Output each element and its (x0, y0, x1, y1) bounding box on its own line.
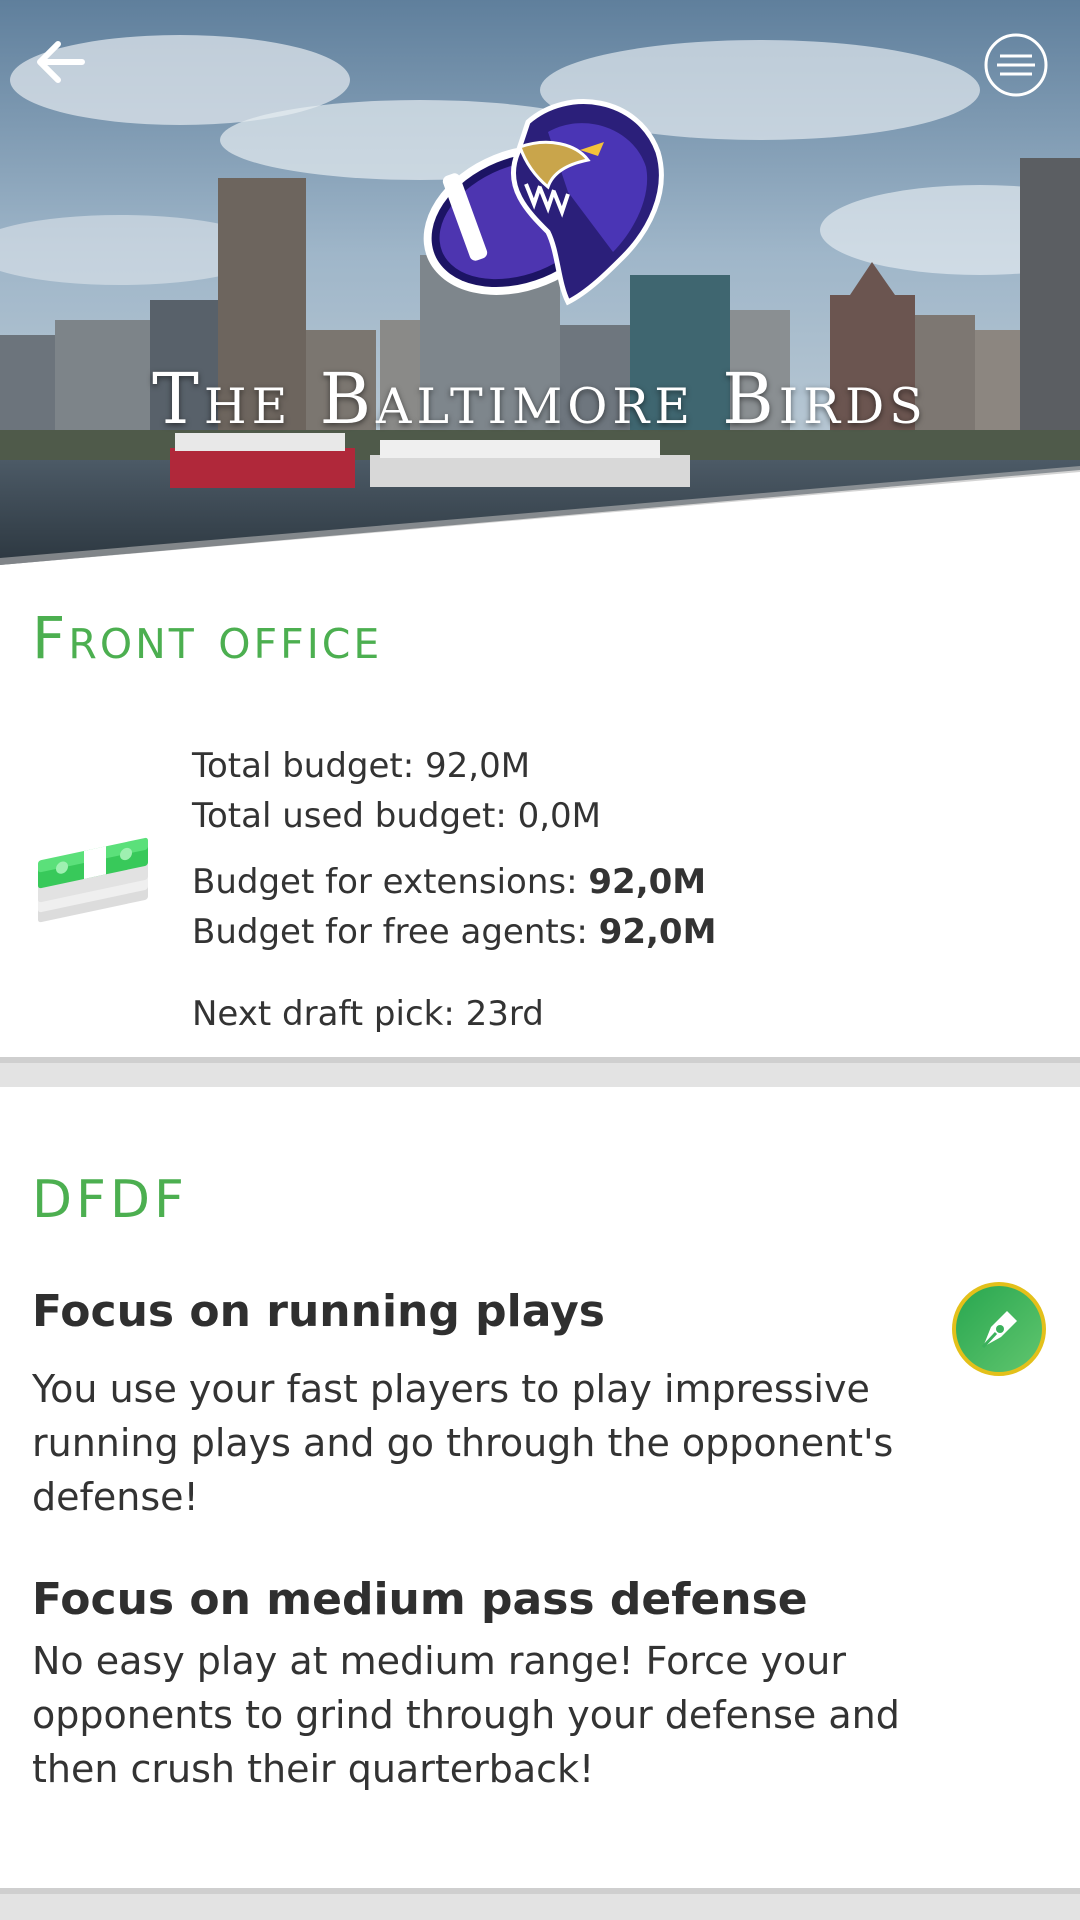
extensions-budget-value: 92,0M (588, 862, 707, 902)
total-used-budget: Total used budget: 0,0M (192, 796, 601, 836)
arrow-left-icon (37, 41, 85, 83)
strategy-item-description: You use your fast players to play impres… (32, 1367, 894, 1519)
next-draft-pick: Next draft pick: 23rd (192, 994, 544, 1034)
money-stack-icon (38, 837, 148, 923)
section-divider (0, 1057, 1080, 1087)
front-office-heading: Front office (32, 604, 383, 672)
team-header: The Baltimore Birds (0, 0, 1080, 565)
free-agents-budget-value: 92,0M (598, 912, 717, 952)
hamburger-menu-icon (984, 33, 1048, 97)
menu-button[interactable] (983, 32, 1049, 98)
back-button[interactable] (30, 30, 94, 94)
strategy-item-description: No easy play at medium range! Force your… (32, 1639, 900, 1791)
total-budget: Total budget: 92,0M (192, 746, 531, 786)
pen-edit-icon (952, 1282, 1046, 1376)
edit-strategy-button[interactable] (951, 1281, 1047, 1377)
strategy-item-title: Focus on medium pass defense (32, 1574, 808, 1625)
strategy-item-title: Focus on running plays (32, 1286, 605, 1337)
team-logo (423, 99, 664, 306)
extensions-budget: Budget for extensions: 92,0M (192, 862, 706, 902)
free-agents-budget-label: Budget for free agents: (192, 912, 599, 952)
strategy-heading: DFDF (32, 1170, 188, 1230)
section-divider (0, 1888, 1080, 1920)
free-agents-budget: Budget for free agents: 92,0M (192, 912, 716, 952)
team-name: The Baltimore Birds (152, 358, 928, 440)
extensions-budget-label: Budget for extensions: (192, 862, 589, 902)
